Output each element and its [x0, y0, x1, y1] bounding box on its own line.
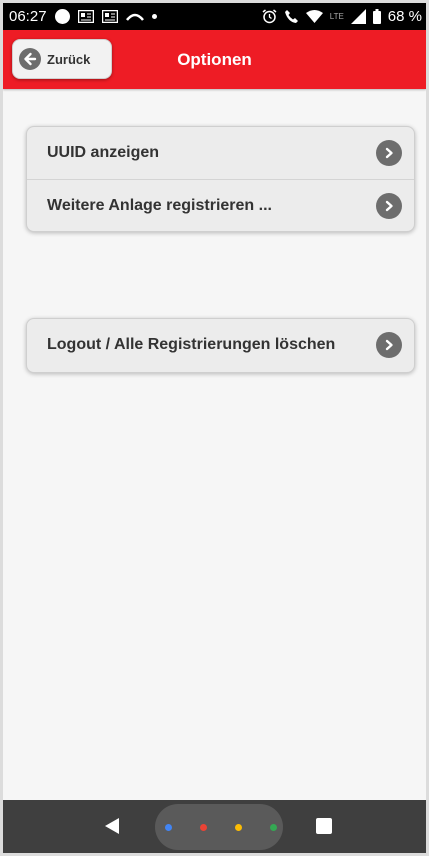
nav-home-button[interactable] [155, 804, 283, 850]
battery-percent: 68 % [387, 8, 422, 25]
alarm-icon [262, 9, 277, 24]
dot-icon [151, 14, 157, 19]
logout-list: Logout / Alle Registrierungen löschen [26, 318, 415, 373]
list-item-logout[interactable]: Logout / Alle Registrierungen löschen [27, 319, 414, 371]
list-item-show-uuid[interactable]: UUID anzeigen [27, 127, 414, 179]
news-icon [101, 10, 118, 23]
news-icon [77, 10, 94, 23]
circle-icon [54, 9, 70, 24]
list-item-label: Logout / Alle Registrierungen löschen [47, 336, 336, 353]
signal-icon [350, 9, 366, 24]
status-time: 06:27 [9, 8, 47, 25]
list-item-register-installation[interactable]: Weitere Anlage registrieren ... [27, 179, 414, 231]
nav-back-icon[interactable] [103, 817, 121, 840]
assistant-dot-green [270, 824, 277, 831]
missed-call-icon [125, 12, 144, 22]
back-button-label: Zurück [47, 51, 91, 67]
options-list: UUID anzeigen Weitere Anlage registriere… [26, 126, 415, 232]
call-icon [284, 9, 299, 24]
chevron-right-icon [376, 192, 402, 219]
list-item-label: UUID anzeigen [47, 144, 160, 161]
list-item-label: Weitere Anlage registrieren ... [47, 196, 272, 214]
app-header: Optionen Zurück [3, 30, 426, 89]
back-button[interactable]: Zurück [12, 39, 112, 79]
chevron-right-icon [376, 140, 402, 166]
battery-icon [372, 9, 381, 24]
network-type: LTE [329, 12, 344, 21]
app-screen: 06:27 LTE 68 % Optionen Zurück UUID anze… [3, 3, 426, 853]
system-nav-bar [3, 800, 426, 853]
chevron-right-icon [376, 332, 402, 358]
status-bar: 06:27 LTE 68 % [3, 3, 426, 30]
nav-recents-icon[interactable] [316, 818, 332, 834]
assistant-dot-blue [165, 824, 172, 831]
assistant-dot-yellow [235, 824, 242, 831]
assistant-dot-red [200, 824, 207, 831]
arrow-left-icon [19, 48, 41, 70]
wifi-icon [305, 10, 323, 23]
